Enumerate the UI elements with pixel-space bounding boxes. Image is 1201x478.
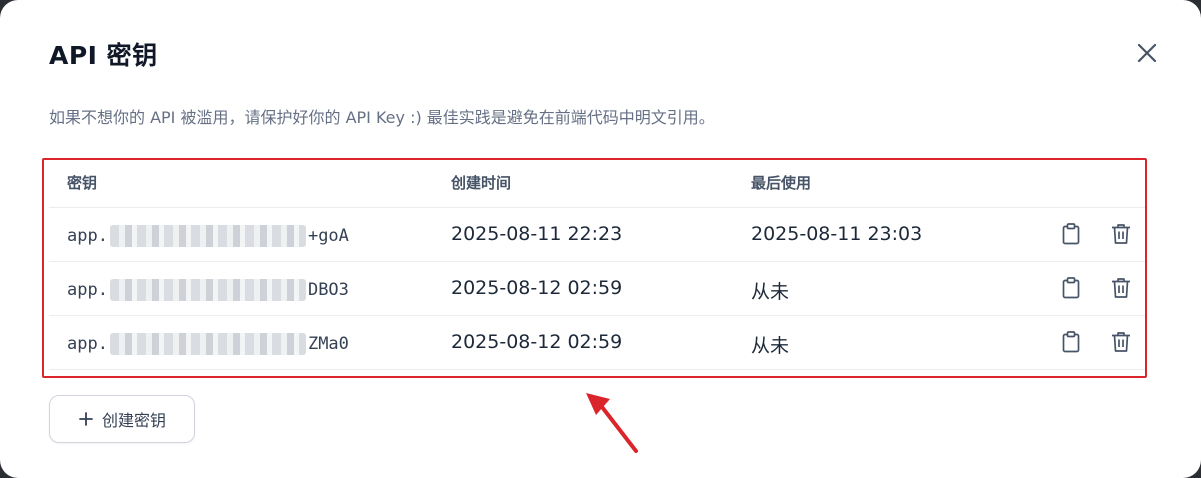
arrow-annotation (586, 393, 638, 453)
modal-title: API 密钥 (49, 41, 158, 70)
plus-icon (79, 412, 93, 426)
api-key-modal: API 密钥 如果不想你的 API 被滥用，请保护好你的 API Key :) … (0, 0, 1201, 478)
modal-description: 如果不想你的 API 被滥用，请保护好你的 API Key :) 最佳实践是避免… (49, 108, 715, 127)
create-key-label: 创建密钥 (101, 411, 166, 430)
create-key-button[interactable]: 创建密钥 (49, 395, 195, 443)
close-button[interactable] (1132, 38, 1162, 68)
close-icon (1137, 43, 1157, 63)
highlight-annotation (42, 158, 1147, 378)
